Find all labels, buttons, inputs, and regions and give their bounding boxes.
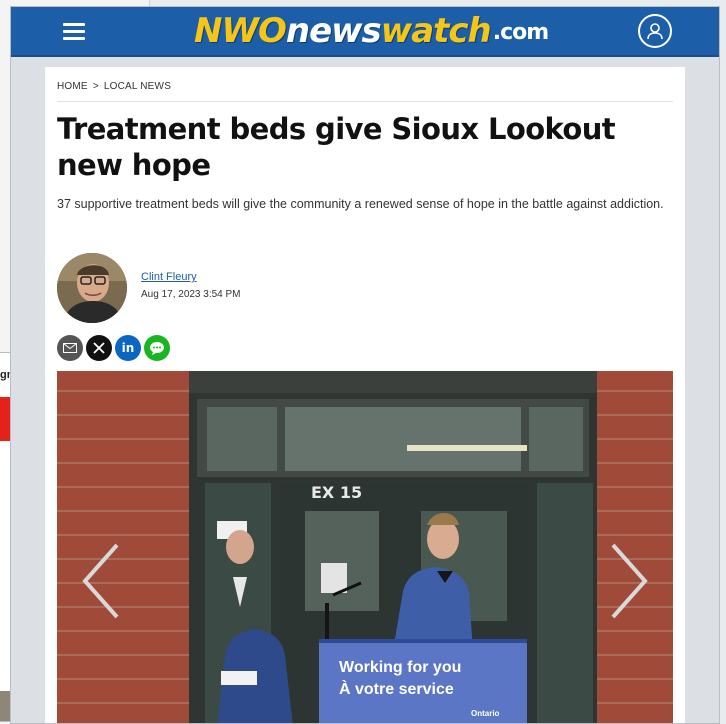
messenger-share-icon[interactable] xyxy=(144,335,170,361)
carousel-prev-chevron-icon[interactable] xyxy=(79,541,123,626)
article-photo-carousel: EX 15 Working for you À votre service On… xyxy=(57,371,673,723)
podium-line-1: Working for you xyxy=(339,659,462,676)
author-avatar[interactable] xyxy=(57,253,127,323)
article-card: HOME > LOCAL NEWS Treatment beds give Siou… xyxy=(45,67,685,723)
hamburger-menu-icon[interactable] xyxy=(63,23,85,41)
breadcrumb-home[interactable]: HOME xyxy=(57,81,88,92)
publish-date: Aug 17, 2023 3:54 PM xyxy=(141,289,241,300)
site-logo[interactable]: NWO news watch .com xyxy=(194,9,549,53)
podium-sign: Working for you À votre service Ontario xyxy=(319,639,527,723)
x-share-icon[interactable] xyxy=(86,335,112,361)
email-share-icon[interactable] xyxy=(57,335,83,361)
podium-line-2: À votre service xyxy=(339,681,454,698)
podium-brand: Ontario xyxy=(471,709,500,718)
user-account-icon[interactable] xyxy=(638,14,672,48)
article-headline: Treatment beds give Sioux Lookout new ho… xyxy=(57,112,616,182)
logo-watch: watch xyxy=(380,11,492,51)
breadcrumb-local-news[interactable]: LOCAL NEWS xyxy=(104,81,171,92)
carousel-next-chevron-icon[interactable] xyxy=(607,541,651,626)
browser-page: NWO news watch .com HOME > LOCAL NEWS Trea… xyxy=(10,6,720,724)
linkedin-share-icon[interactable]: in xyxy=(115,335,141,361)
logo-tld: .com xyxy=(492,20,549,45)
popup-thumbnail xyxy=(0,691,10,721)
site-header: NWO news watch .com xyxy=(11,7,719,57)
author-name-link[interactable]: Clint Fleury xyxy=(141,271,197,283)
logo-nwo: NWO xyxy=(194,11,287,51)
breadcrumb: HOME > LOCAL NEWS xyxy=(57,81,171,92)
article-subheadline: 37 supportive treatment beds will give t… xyxy=(57,197,664,211)
breadcrumb-separator: > xyxy=(92,81,99,92)
divider xyxy=(57,101,673,102)
share-buttons: in xyxy=(57,335,170,361)
door-sign: EX 15 xyxy=(311,483,363,502)
logo-news: news xyxy=(285,11,382,51)
